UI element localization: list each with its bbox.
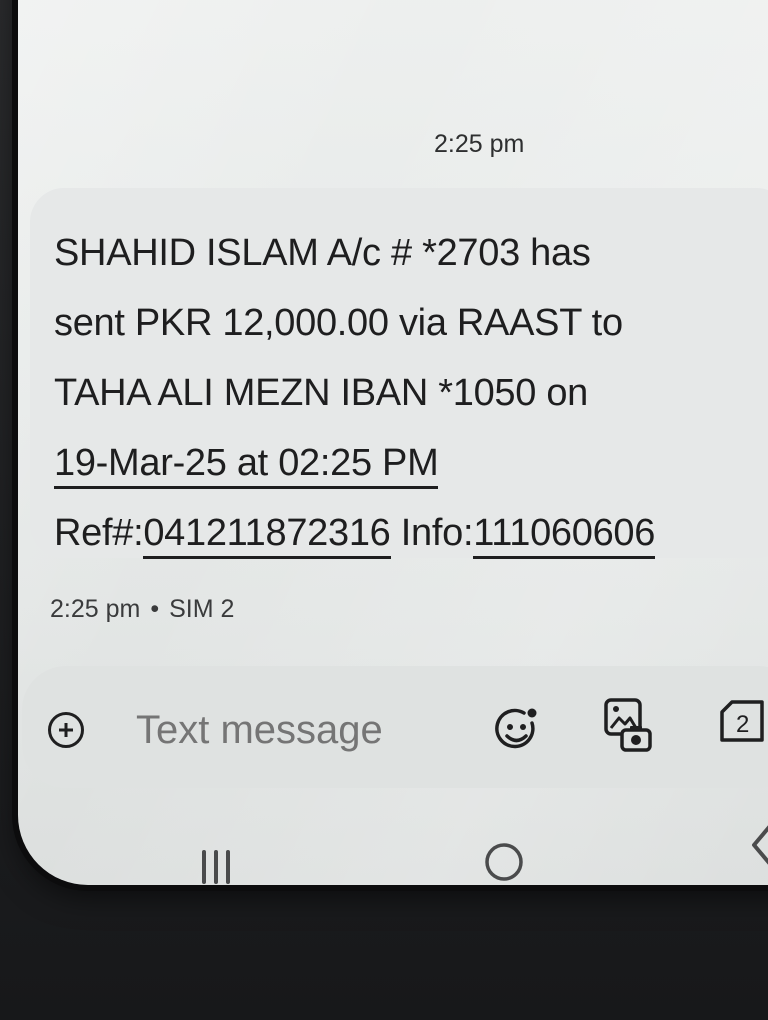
plus-circle-icon[interactable]	[48, 712, 84, 748]
message-time-header: 2:25 pm	[434, 130, 525, 158]
sim-icon[interactable]: 2	[718, 698, 768, 744]
message-line-2: sent PKR 12,000.00 via RAAST to	[54, 302, 623, 344]
message-line-3: TAHA ALI MEZN IBAN *1050 on	[54, 372, 588, 414]
home-icon[interactable]	[482, 840, 526, 884]
ref-label: Ref#:	[54, 512, 144, 554]
navigation-bar	[18, 820, 768, 900]
recents-icon[interactable]	[196, 848, 236, 886]
info-label: Info:	[390, 512, 474, 554]
meta-sim: SIM 2	[169, 595, 235, 623]
message-line-4: 19-Mar-25 at 02:25 PM	[54, 428, 768, 498]
gallery-icon[interactable]	[602, 696, 654, 756]
ref-number-link[interactable]: 041211872316	[143, 512, 391, 559]
message-line-1: SHAHID ISLAM A/c # *2703 has	[54, 232, 591, 274]
meta-separator: •	[150, 595, 160, 623]
meta-time: 2:25 pm	[50, 595, 141, 623]
text-message-input[interactable]	[134, 701, 468, 759]
sim-badge-number: 2	[736, 711, 749, 738]
message-text: SHAHID ISLAM A/c # *2703 has sent PKR 12…	[54, 218, 768, 568]
info-number-link[interactable]: 111060606	[473, 512, 655, 559]
back-icon[interactable]	[746, 820, 768, 870]
message-meta: 2:25 pm • SIM 2	[50, 595, 234, 624]
emoji-icon[interactable]	[492, 705, 542, 755]
date-link[interactable]: 19-Mar-25 at 02:25 PM	[54, 442, 439, 489]
message-line-5: Ref#:041211872316 Info:111060606	[54, 498, 768, 568]
